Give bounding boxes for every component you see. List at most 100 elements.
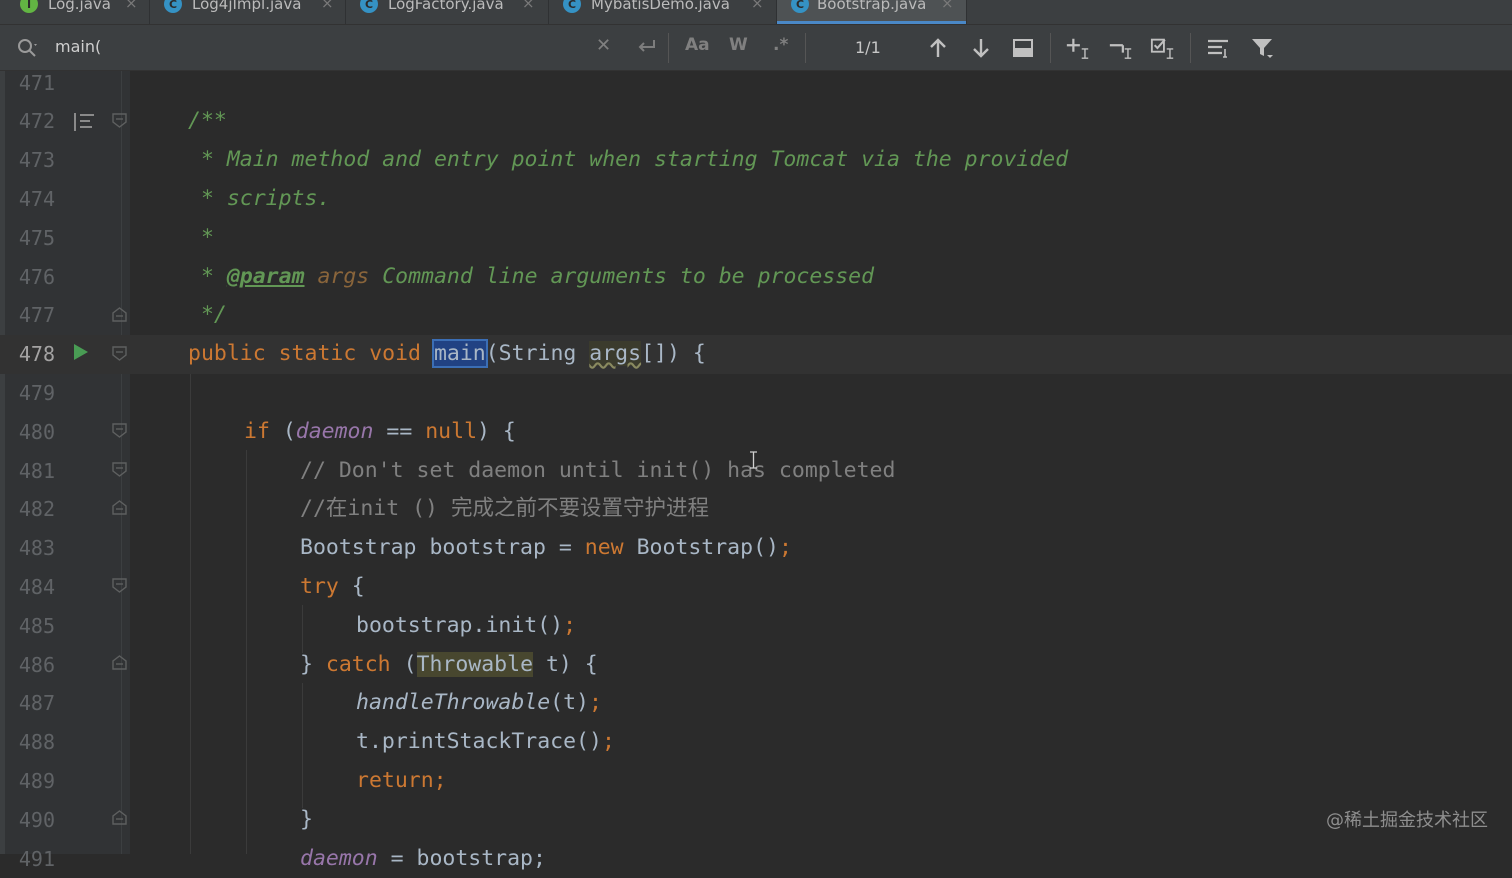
line-number[interactable]: 472: [0, 102, 55, 141]
rendered-doc-icon[interactable]: [72, 111, 96, 133]
line-number[interactable]: 478: [0, 335, 55, 374]
fold-marker-icon[interactable]: [112, 113, 127, 128]
code-content[interactable]: daemon = bootstrap;: [300, 840, 546, 878]
code-line[interactable]: 475 *: [0, 219, 1512, 258]
line-number[interactable]: 491: [0, 840, 55, 878]
line-number[interactable]: 482: [0, 490, 55, 529]
line-number[interactable]: 487: [0, 684, 55, 723]
filter-icon[interactable]: [1250, 35, 1276, 61]
line-number[interactable]: 473: [0, 141, 55, 180]
fold-marker-icon[interactable]: [112, 423, 127, 438]
code-content[interactable]: //在init () 完成之前不要设置守护进程: [300, 490, 709, 529]
code-content[interactable]: Bootstrap bootstrap = new Bootstrap();: [300, 529, 792, 568]
line-number[interactable]: 477: [0, 296, 55, 335]
code-line[interactable]: 471: [0, 64, 1512, 103]
code-line[interactable]: 487 handleThrowable(t);: [0, 684, 1512, 723]
code-line[interactable]: 477 */: [0, 296, 1512, 335]
code-content[interactable]: * scripts.: [188, 180, 330, 219]
code-content[interactable]: // Don't set daemon until init() has com…: [300, 452, 895, 491]
code-content[interactable]: *: [188, 219, 214, 258]
line-number[interactable]: 476: [0, 258, 55, 297]
code-content[interactable]: }: [300, 801, 313, 840]
match-case-toggle[interactable]: Aa: [685, 35, 710, 55]
code-line[interactable]: 473 * Main method and entry point when s…: [0, 141, 1512, 180]
code-text: []) {: [641, 341, 706, 366]
code-line[interactable]: 486 } catch (Throwable t) {: [0, 646, 1512, 685]
line-number[interactable]: 489: [0, 762, 55, 801]
add-occurrence-icon[interactable]: [1065, 35, 1091, 61]
code-content[interactable]: bootstrap.init();: [356, 607, 576, 646]
close-tab-icon[interactable]: ×: [751, 0, 764, 12]
code-content[interactable]: * Main method and entry point when start…: [188, 141, 1068, 180]
remove-occurrence-icon[interactable]: [1108, 35, 1134, 61]
search-input[interactable]: [55, 37, 575, 56]
tab-logfactory-java[interactable]: C LogFactory.java ×: [346, 0, 549, 24]
line-number[interactable]: 485: [0, 607, 55, 646]
code-content[interactable]: public static void main(String args[]) {: [188, 335, 706, 374]
search-icon[interactable]: [16, 36, 40, 60]
code-content[interactable]: return;: [356, 762, 447, 801]
fold-marker-icon[interactable]: [112, 578, 127, 593]
fold-end-marker-icon[interactable]: [112, 655, 127, 670]
code-line[interactable]: 479: [0, 374, 1512, 413]
fold-end-marker-icon[interactable]: [112, 500, 127, 515]
code-content[interactable]: /**: [188, 102, 227, 141]
javadoc-param: args: [317, 264, 369, 289]
code-content[interactable]: if (daemon == null) {: [244, 413, 516, 452]
tab-bootstrap-java[interactable]: C Bootstrap.java ×: [777, 0, 967, 24]
code-line[interactable]: 474 * scripts.: [0, 180, 1512, 219]
line-number[interactable]: 488: [0, 723, 55, 762]
code-line[interactable]: 476 * @param args Command line arguments…: [0, 258, 1512, 297]
code-content[interactable]: */: [188, 296, 227, 335]
code-line[interactable]: 482 //在init () 完成之前不要设置守护进程: [0, 490, 1512, 529]
code-line[interactable]: 480 if (daemon == null) {: [0, 413, 1512, 452]
select-occurrences-icon[interactable]: [1150, 35, 1176, 61]
close-tab-icon[interactable]: ×: [522, 0, 535, 12]
arrow-down-icon[interactable]: [968, 35, 994, 61]
code-line[interactable]: 483 Bootstrap bootstrap = new Bootstrap()…: [0, 529, 1512, 568]
fold-marker-icon[interactable]: [112, 346, 127, 361]
select-all-occurrences-icon[interactable]: [1010, 35, 1036, 61]
line-number[interactable]: 484: [0, 568, 55, 607]
code-line[interactable]: 489 return;: [0, 762, 1512, 801]
line-number[interactable]: 483: [0, 529, 55, 568]
filter-lines-icon[interactable]: [1205, 35, 1231, 61]
code-line[interactable]: 472 /**: [0, 102, 1512, 141]
newline-icon[interactable]: [636, 37, 658, 57]
code-line[interactable]: 478 public static void main(String args[]…: [0, 335, 1512, 374]
tab-mybatisdemo-java[interactable]: C MybatisDemo.java ×: [549, 0, 777, 24]
code-line[interactable]: 491 daemon = bootstrap;: [0, 840, 1512, 878]
line-number[interactable]: 471: [0, 64, 55, 103]
doc-comment: Command line arguments to be processed: [369, 264, 874, 289]
line-number[interactable]: 486: [0, 646, 55, 685]
line-number[interactable]: 475: [0, 219, 55, 258]
code-line[interactable]: 485 bootstrap.init();: [0, 607, 1512, 646]
code-content[interactable]: } catch (Throwable t) {: [300, 646, 598, 685]
regex-toggle[interactable]: .*: [773, 35, 788, 55]
fold-end-marker-icon[interactable]: [112, 307, 127, 322]
whole-words-toggle[interactable]: W: [729, 35, 748, 55]
line-number[interactable]: 481: [0, 452, 55, 491]
line-number[interactable]: 480: [0, 413, 55, 452]
fold-end-marker-icon[interactable]: [112, 810, 127, 825]
line-number[interactable]: 474: [0, 180, 55, 219]
code-content[interactable]: handleThrowable(t);: [356, 684, 602, 723]
code-content[interactable]: * @param args Command line arguments to …: [188, 258, 874, 297]
tab-log-java[interactable]: I Log.java ×: [0, 0, 150, 24]
code-content[interactable]: try {: [300, 568, 365, 607]
arrow-up-icon[interactable]: [925, 35, 951, 61]
run-icon[interactable]: [72, 342, 90, 362]
close-tab-icon[interactable]: ×: [941, 0, 954, 12]
code-line[interactable]: 484 try {: [0, 568, 1512, 607]
fold-marker-icon[interactable]: [112, 462, 127, 477]
close-tab-icon[interactable]: ×: [321, 0, 334, 12]
clear-search-icon[interactable]: ✕: [596, 35, 611, 56]
line-number[interactable]: 490: [0, 801, 55, 840]
code-line[interactable]: 490}: [0, 801, 1512, 840]
line-number[interactable]: 479: [0, 374, 55, 413]
class-icon: C: [164, 0, 182, 13]
code-content[interactable]: t.printStackTrace();: [356, 723, 615, 762]
tab-log4jimpl-java[interactable]: C Log4jImpl.java ×: [150, 0, 346, 24]
code-line[interactable]: 488 t.printStackTrace();: [0, 723, 1512, 762]
close-tab-icon[interactable]: ×: [125, 0, 138, 12]
